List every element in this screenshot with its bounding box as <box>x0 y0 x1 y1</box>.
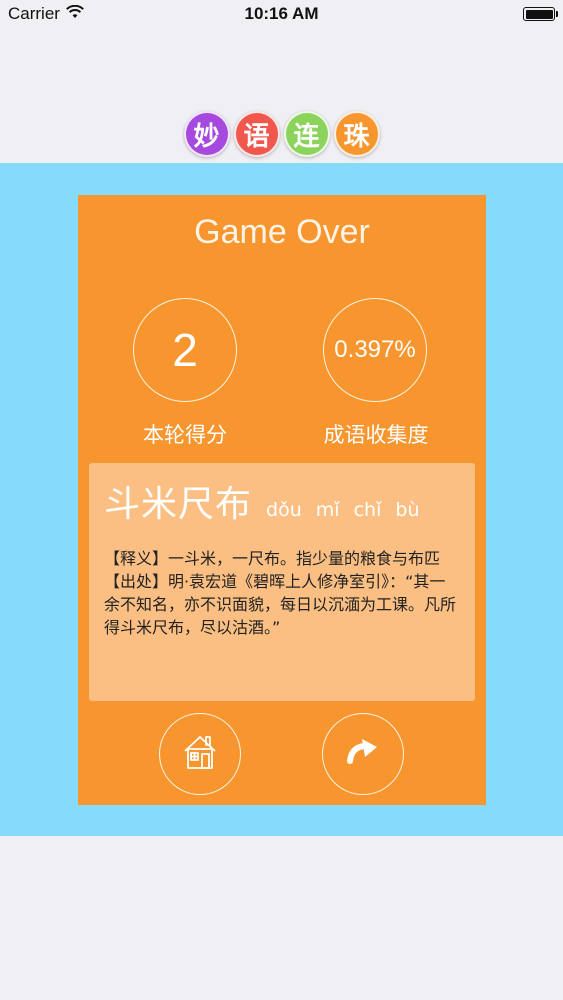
idiom-source: 【出处】明·袁宏道《碧晖上人修净室引》：“其一余不知名，亦不识面貌，每日以沉湎为… <box>104 572 457 637</box>
collection-rate-label: 成语收集度 <box>323 423 429 447</box>
result-card: Game Over 2 0.397% 本轮得分 成语收集度 斗米尺布 dǒu m… <box>78 195 486 805</box>
idiom-header: 斗米尺布 dǒu mǐ chǐ bù <box>104 475 461 527</box>
home-icon <box>183 734 217 774</box>
battery-icon <box>523 7 558 21</box>
game-over-title: Game Over <box>194 213 370 251</box>
collection-rate-circle: 0.397% <box>323 298 427 402</box>
curved-arrow-icon <box>345 737 381 771</box>
status-time: 10:16 AM <box>244 4 319 23</box>
next-button[interactable] <box>322 713 404 795</box>
logo-char-4: 珠 <box>333 111 380 157</box>
score-label: 本轮得分 <box>143 423 227 447</box>
home-button[interactable] <box>159 713 241 795</box>
idiom-description: 【释义】一斗米，一尺布。指少量的粮食与布匹 【出处】明·袁宏道《碧晖上人修净室引… <box>104 547 461 639</box>
idiom-word: 斗米尺布 <box>104 484 253 525</box>
score-value: 2 <box>172 324 198 376</box>
logo-char-2: 语 <box>233 111 280 157</box>
status-bar: Carrier 10:16 AM <box>0 0 563 30</box>
logo-char-3: 连 <box>283 111 330 157</box>
idiom-info-panel: 斗米尺布 dǒu mǐ chǐ bù 【释义】一斗米，一尺布。指少量的粮食与布匹… <box>89 463 475 701</box>
logo-char-1: 妙 <box>183 111 230 157</box>
app-logo: 妙 语 连 珠 <box>0 111 563 157</box>
collection-rate-value: 0.397% <box>334 336 416 363</box>
score-circle: 2 <box>133 298 237 402</box>
idiom-meaning: 【释义】一斗米，一尺布。指少量的粮食与布匹 <box>104 549 441 568</box>
idiom-pinyin: dǒu mǐ chǐ bù <box>266 499 420 521</box>
